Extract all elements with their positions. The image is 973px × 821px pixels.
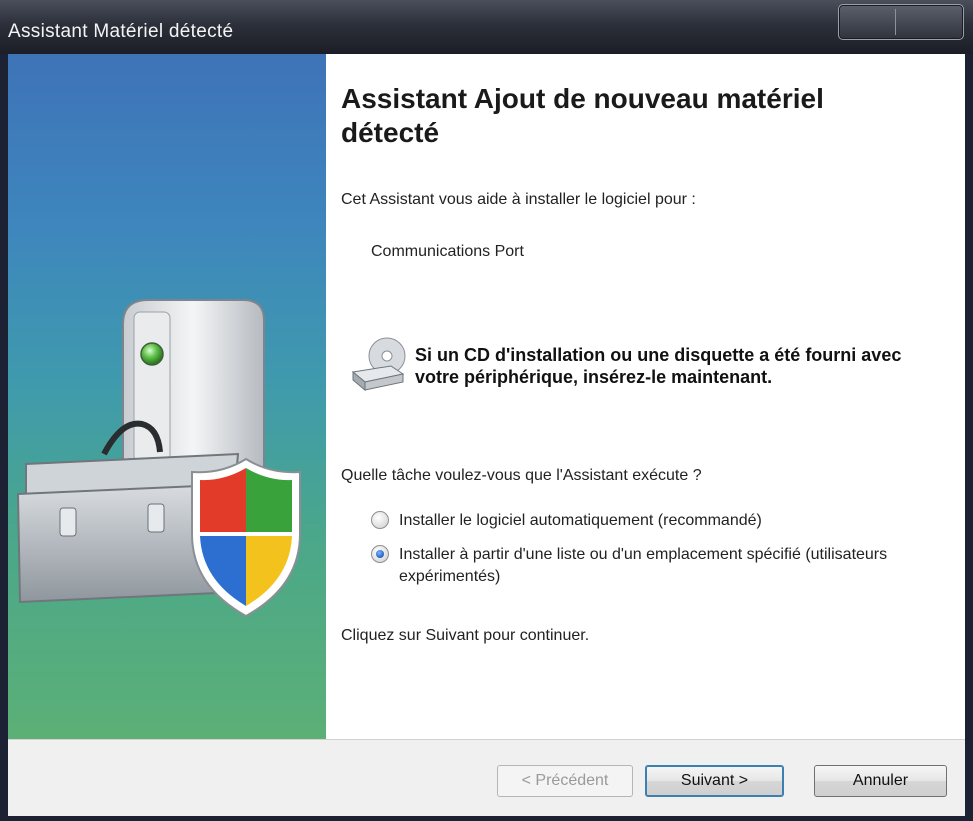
- option-auto-install-label: Installer le logiciel automatiquement (r…: [399, 512, 762, 529]
- cd-drive-icon: [351, 337, 406, 392]
- back-button[interactable]: < Précédent: [497, 765, 633, 797]
- cancel-button[interactable]: Annuler: [814, 765, 947, 797]
- task-question: Quelle tâche voulez-vous que l'Assistant…: [341, 467, 702, 484]
- window-title: Assistant Matériel détecté: [8, 21, 234, 42]
- button-bar: < Précédent Suivant > Annuler: [8, 739, 965, 816]
- option-manual-install[interactable]: Installer à partir d'une liste ou d'un e…: [371, 544, 931, 588]
- continue-text: Cliquez sur Suivant pour continuer.: [341, 627, 590, 644]
- window-controls: [838, 4, 964, 40]
- wizard-window: Assistant Matériel détecté Assistant Ajo…: [0, 0, 973, 821]
- radio-auto-install[interactable]: [371, 511, 389, 529]
- cd-note: Si un CD d'installation ou une disquette…: [415, 345, 902, 387]
- device-name: Communications Port: [371, 243, 524, 260]
- next-button[interactable]: Suivant >: [645, 765, 784, 797]
- option-manual-install-label: Installer à partir d'une liste ou d'un e…: [399, 546, 888, 585]
- minimize-button[interactable]: [839, 5, 895, 39]
- wizard-pane: Assistant Ajout de nouveau matériel déte…: [341, 54, 961, 739]
- title-bar[interactable]: Assistant Matériel détecté: [0, 0, 973, 54]
- page-title: Assistant Ajout de nouveau matériel déte…: [341, 83, 824, 148]
- hardware-toolbox-icon: [16, 299, 301, 618]
- option-auto-install[interactable]: Installer le logiciel automatiquement (r…: [371, 510, 931, 532]
- intro-text: Cet Assistant vous aide à installer le l…: [341, 191, 696, 208]
- wizard-content: Assistant Ajout de nouveau matériel déte…: [8, 54, 965, 739]
- close-button[interactable]: [896, 5, 963, 39]
- radio-manual-install[interactable]: [371, 545, 389, 563]
- wizard-banner: [8, 54, 326, 739]
